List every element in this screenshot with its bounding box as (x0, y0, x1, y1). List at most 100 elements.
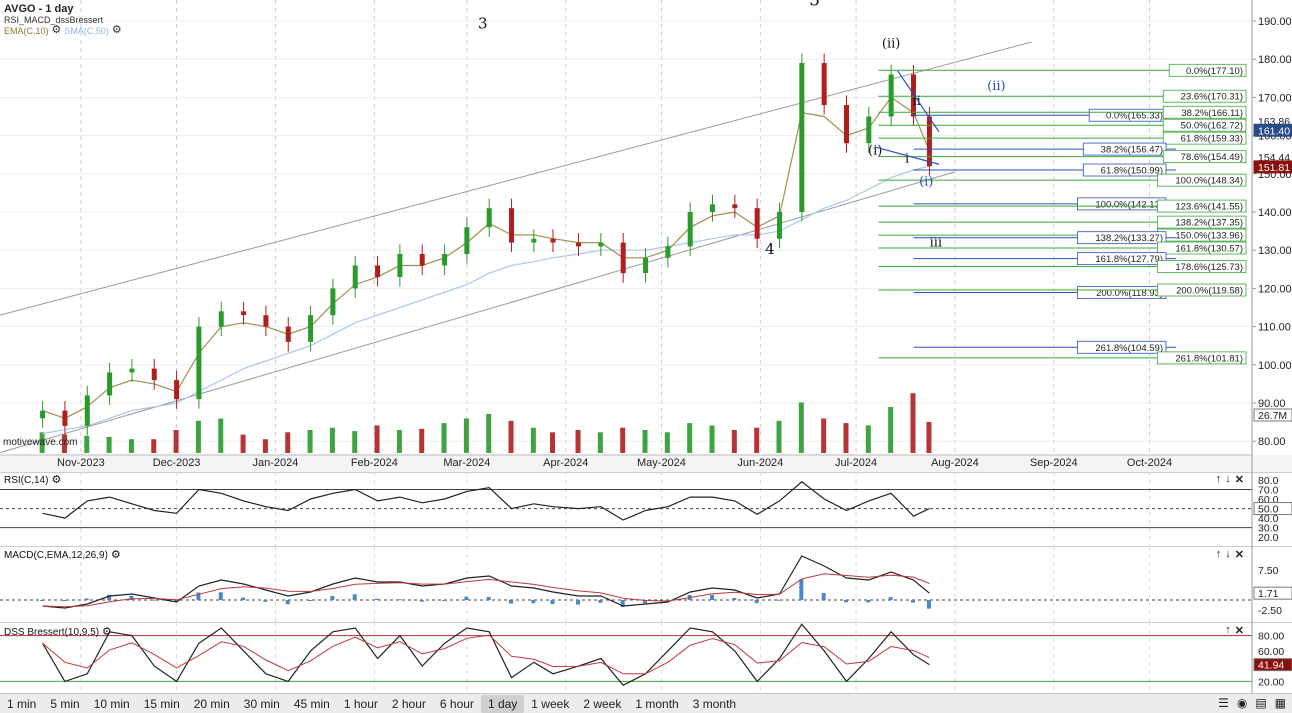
indicator-tick-label: 60.00 (1258, 646, 1284, 658)
rsi-chart[interactable]: 80.070.060.050.040.030.020.050.0 (0, 472, 1292, 546)
dss-panel[interactable]: 80.0060.0040.0020.0041.94 DSS Bressert(1… (0, 622, 1292, 693)
timeframe-2-week[interactable]: 2 week (576, 695, 628, 713)
macd-panel[interactable]: 7.502.50-2.501.71 MACD(C,EMA,12,26,9) ⚙ … (0, 546, 1292, 622)
candle-body (330, 288, 336, 316)
indicator-tick-label: 20.00 (1258, 676, 1284, 688)
volume-bar (307, 430, 313, 453)
price-chart[interactable]: Nov-2023 Dec-2023 Jan-2024 Feb-2024 Mar-2024… (0, 0, 1292, 472)
fib-level-tag: 38.2%(156.47) (1082, 142, 1167, 156)
volume-bar (888, 407, 894, 453)
timeframe-45-min[interactable]: 45 min (287, 695, 337, 713)
macd-close-icon[interactable]: ✕ (1235, 548, 1244, 561)
macd-move-down-icon[interactable]: ↓ (1225, 548, 1231, 561)
volume-bar (843, 423, 849, 453)
rsi-panel[interactable]: 80.070.060.050.040.030.020.050.0 RSI(C,1… (0, 472, 1292, 546)
macd-histogram-bar (531, 600, 536, 604)
ema-gear-icon[interactable]: ⚙ (52, 25, 62, 36)
macd-histogram-bar (263, 600, 268, 602)
rsi-close-icon[interactable]: ✕ (1235, 473, 1244, 486)
dss-move-up-icon[interactable]: ↑ (1225, 624, 1231, 637)
date-tick-label: Oct-2024 (1127, 457, 1172, 469)
calendar-icon[interactable]: ▦ (1275, 696, 1286, 710)
fib-level-tag: 38.2%(166.11) (1162, 105, 1247, 119)
list-icon[interactable]: ☰ (1218, 696, 1229, 710)
price-badge-label: 151.81 (1258, 162, 1290, 174)
volume-bar (620, 427, 626, 453)
macd-histogram-bar (821, 592, 826, 600)
timeframe-15-min[interactable]: 15 min (137, 695, 187, 713)
study-label: RSI_MACD_dssBressert (4, 15, 104, 25)
ema-label: EMA(C,10) (4, 25, 49, 36)
timeframe-1-hour[interactable]: 1 hour (337, 695, 385, 713)
indicator-last-label: 50.0 (1258, 504, 1279, 516)
fib-level-tag: 0.0%(177.10) (1168, 63, 1247, 77)
fib-tag-label: 123.6%(141.55) (1175, 202, 1243, 213)
macd-histogram-bar (241, 597, 246, 600)
timeframe-3-month[interactable]: 3 month (686, 695, 743, 713)
macd-histogram-bar (576, 600, 581, 605)
fib-level-tag: 138.2%(133.27) (1077, 231, 1167, 244)
timeframe-1-day[interactable]: 1 day (480, 694, 525, 713)
wave-label: ii (913, 94, 921, 109)
timeframe-10-min[interactable]: 10 min (87, 695, 137, 713)
candle-body (665, 246, 671, 258)
macd-gear-icon[interactable]: ⚙ (111, 550, 121, 561)
volume-bar (926, 421, 932, 453)
wave-label: (i) (919, 174, 933, 189)
macd-move-up-icon[interactable]: ↑ (1216, 548, 1222, 561)
timeframe-6-hour[interactable]: 6 hour (433, 695, 481, 713)
timeframe-list: 1 min 5 min 10 min 15 min 20 min 30 min 45 min… (0, 694, 743, 713)
volume-bar (151, 439, 157, 453)
sma-gear-icon[interactable]: ⚙ (112, 25, 122, 36)
fib-tag-label: 61.8%(159.33) (1181, 134, 1243, 145)
layers-icon[interactable]: ▤ (1255, 696, 1266, 710)
price-tick-label: 100.00 (1258, 360, 1292, 372)
fib-level-tag: 100.0%(148.34) (1157, 173, 1247, 187)
macd-chart[interactable]: 7.502.50-2.501.71 (0, 546, 1292, 622)
volume-bar (798, 402, 804, 453)
candle-body (687, 212, 693, 247)
timeframe-5-min[interactable]: 5 min (43, 695, 86, 713)
timeframe-1-month[interactable]: 1 month (628, 695, 685, 713)
date-tick-label: Aug-2024 (931, 457, 979, 469)
date-tick-label: May-2024 (637, 457, 686, 469)
fib-level-tag: 178.6%(125.73) (1157, 260, 1247, 273)
indicator-last-label: 1.71 (1258, 588, 1279, 600)
dss-gear-icon[interactable]: ⚙ (102, 627, 112, 638)
dss-controls: ↑ ✕ (1225, 624, 1244, 637)
eye-icon[interactable]: ◉ (1237, 696, 1247, 710)
fib-level-tag: 138.2%(137.35) (1157, 215, 1247, 229)
price-plot-bg (0, 0, 1252, 455)
volume-bar (374, 425, 380, 453)
fib-level-tag: 100.0%(142.13) (1077, 197, 1167, 210)
rsi-move-down-icon[interactable]: ↓ (1225, 473, 1231, 486)
price-panel[interactable]: Nov-2023 Dec-2023 Jan-2024 Feb-2024 Mar-2024… (0, 0, 1292, 472)
rsi-gear-icon[interactable]: ⚙ (51, 475, 61, 486)
candle-body (151, 368, 157, 381)
candle-body (308, 315, 314, 342)
volume-bar (776, 420, 782, 453)
volume-bar (508, 420, 514, 453)
timeframe-2-hour[interactable]: 2 hour (385, 695, 433, 713)
indicator-tick-label: 20.0 (1258, 532, 1279, 544)
fib-level-tag: 61.8%(150.99) (1082, 163, 1167, 177)
candle-body (550, 238, 556, 243)
wave-label: (i) (868, 144, 882, 159)
candle-body (464, 227, 470, 255)
macd-histogram-bar (442, 599, 447, 601)
timeframe-30-min[interactable]: 30 min (237, 695, 287, 713)
timeframe-1-week[interactable]: 1 week (524, 695, 576, 713)
dss-chart[interactable]: 80.0060.0040.0020.0041.94 (0, 622, 1292, 693)
candle-body (643, 257, 649, 274)
indicator-last-label: 41.94 (1258, 660, 1284, 672)
indicator-tick-label: -2.50 (1258, 605, 1282, 617)
dss-close-icon[interactable]: ✕ (1235, 624, 1244, 637)
candle-body (196, 326, 202, 400)
volume-bar (441, 423, 447, 453)
dss-label: DSS Bressert(10,9,5) (4, 627, 100, 638)
timeframe-20-min[interactable]: 20 min (187, 695, 237, 713)
timeframe-1-min[interactable]: 1 min (0, 695, 43, 713)
macd-histogram-bar (285, 600, 290, 605)
rsi-move-up-icon[interactable]: ↑ (1216, 473, 1222, 486)
macd-histogram-bar (151, 599, 156, 601)
